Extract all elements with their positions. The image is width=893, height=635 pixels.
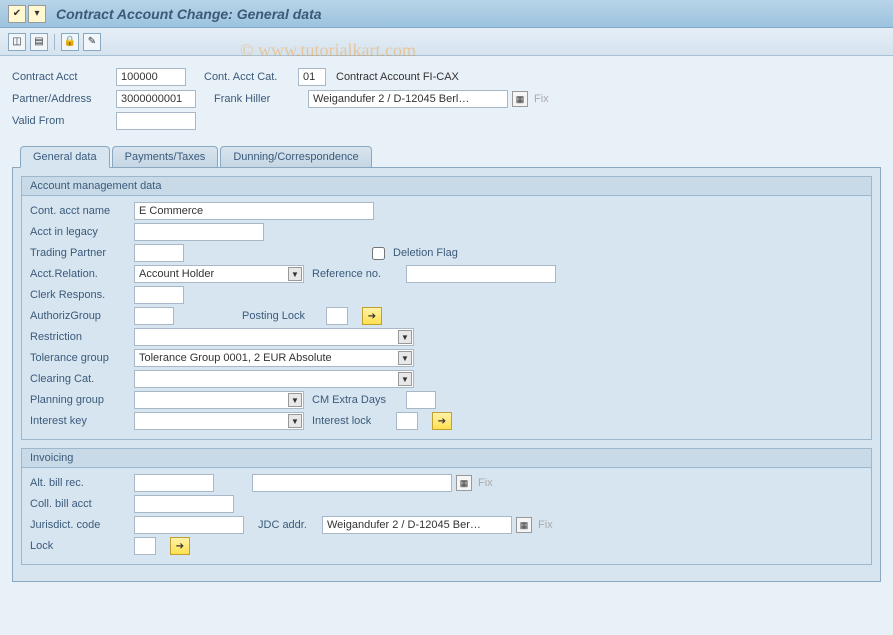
jurisdict-field[interactable] xyxy=(134,516,244,534)
interest-key-field[interactable] xyxy=(134,412,304,430)
interest-lock-label: Interest lock xyxy=(312,415,392,427)
clearing-label: Clearing Cat. xyxy=(30,373,130,385)
page-title: Contract Account Change: General data xyxy=(56,6,322,22)
header-fields: Contract Acct Cont. Acct Cat. Contract A… xyxy=(0,56,893,140)
contract-acct-label: Contract Acct xyxy=(12,71,112,83)
cm-extra-label: CM Extra Days xyxy=(312,394,402,406)
acct-legacy-field[interactable] xyxy=(134,223,264,241)
deletion-flag-checkbox[interactable] xyxy=(372,247,385,260)
planning-label: Planning group xyxy=(30,394,130,406)
cont-acct-cat-desc: Contract Account FI-CAX xyxy=(336,71,459,83)
authgrp-field[interactable] xyxy=(134,307,174,325)
restriction-field[interactable] xyxy=(134,328,414,346)
tab-panel-general: Account management data Cont. acct name … xyxy=(12,167,881,582)
restriction-label: Restriction xyxy=(30,331,130,343)
coll-bill-field[interactable] xyxy=(134,495,234,513)
cont-acct-cat-label: Cont. Acct Cat. xyxy=(204,71,294,83)
document-button[interactable]: ▤ xyxy=(30,33,48,51)
group-title-account: Account management data xyxy=(22,177,871,196)
jurisdict-label: Jurisdict. code xyxy=(30,519,130,531)
partner-addr-field[interactable] xyxy=(308,90,508,108)
posting-lock-label: Posting Lock xyxy=(242,310,322,322)
interest-key-label: Interest key xyxy=(30,415,130,427)
partner-label: Partner/Address xyxy=(12,93,112,105)
fix-label-1: Fix xyxy=(534,93,549,105)
title-bar: ✔ ▾ Contract Account Change: General dat… xyxy=(0,0,893,28)
acct-relation-field[interactable] xyxy=(134,265,304,283)
lock-label: Lock xyxy=(30,540,130,552)
tab-payments-taxes[interactable]: Payments/Taxes xyxy=(112,146,219,167)
display-button[interactable]: 🔒 xyxy=(61,33,79,51)
change-button[interactable]: ✎ xyxy=(83,33,101,51)
tolerance-field[interactable] xyxy=(134,349,414,367)
lock-field[interactable] xyxy=(134,537,156,555)
clerk-label: Clerk Respons. xyxy=(30,289,130,301)
group-invoicing: Invoicing Alt. bill rec. ▦ Fix Coll. bil… xyxy=(21,448,872,565)
tolerance-label: Tolerance group xyxy=(30,352,130,364)
cont-acct-name-field[interactable] xyxy=(134,202,374,220)
partner-name: Frank Hiller xyxy=(214,93,304,105)
jdc-addr-field[interactable] xyxy=(322,516,512,534)
jdc-addr-label: JDC addr. xyxy=(258,519,318,531)
interest-lock-field[interactable] xyxy=(396,412,418,430)
valid-from-field[interactable] xyxy=(116,112,196,130)
interest-lock-detail-button[interactable]: ➔ xyxy=(432,412,452,430)
cont-acct-cat-field[interactable] xyxy=(298,68,326,86)
clerk-field[interactable] xyxy=(134,286,184,304)
coll-bill-label: Coll. bill acct xyxy=(30,498,130,510)
fix-label-2: Fix xyxy=(478,477,493,489)
acct-legacy-label: Acct in legacy xyxy=(30,226,130,238)
check-icon[interactable]: ✔ xyxy=(8,5,26,23)
address-picker-icon[interactable]: ▦ xyxy=(512,91,528,107)
app-toolbar: ◫ ▤ 🔒 ✎ xyxy=(0,28,893,56)
fix-label-3: Fix xyxy=(538,519,553,531)
separator xyxy=(54,34,55,50)
group-account-management: Account management data Cont. acct name … xyxy=(21,176,872,440)
acct-relation-label: Acct.Relation. xyxy=(30,268,130,280)
deletion-flag-label: Deletion Flag xyxy=(393,247,458,259)
tabstrip: General data Payments/Taxes Dunning/Corr… xyxy=(20,146,893,167)
contract-acct-field[interactable] xyxy=(116,68,186,86)
jdc-picker-icon[interactable]: ▦ xyxy=(516,517,532,533)
reference-no-field[interactable] xyxy=(406,265,556,283)
reference-no-label: Reference no. xyxy=(312,268,402,280)
trading-partner-field[interactable] xyxy=(134,244,184,262)
other-object-button[interactable]: ◫ xyxy=(8,33,26,51)
clearing-field[interactable] xyxy=(134,370,414,388)
menu-icon[interactable]: ▾ xyxy=(28,5,46,23)
posting-lock-detail-button[interactable]: ➔ xyxy=(362,307,382,325)
valid-from-label: Valid From xyxy=(12,115,112,127)
tab-dunning[interactable]: Dunning/Correspondence xyxy=(220,146,371,167)
alt-bill-label: Alt. bill rec. xyxy=(30,477,130,489)
posting-lock-field[interactable] xyxy=(326,307,348,325)
alt-bill-addr-field[interactable] xyxy=(252,474,452,492)
lock-detail-button[interactable]: ➔ xyxy=(170,537,190,555)
trading-partner-label: Trading Partner xyxy=(30,247,130,259)
authgrp-label: AuthorizGroup xyxy=(30,310,130,322)
cm-extra-field[interactable] xyxy=(406,391,436,409)
partner-field[interactable] xyxy=(116,90,196,108)
group-title-invoicing: Invoicing xyxy=(22,449,871,468)
alt-bill-field[interactable] xyxy=(134,474,214,492)
tab-general-data[interactable]: General data xyxy=(20,146,110,168)
alt-bill-picker-icon[interactable]: ▦ xyxy=(456,475,472,491)
cont-acct-name-label: Cont. acct name xyxy=(30,205,130,217)
planning-field[interactable] xyxy=(134,391,304,409)
